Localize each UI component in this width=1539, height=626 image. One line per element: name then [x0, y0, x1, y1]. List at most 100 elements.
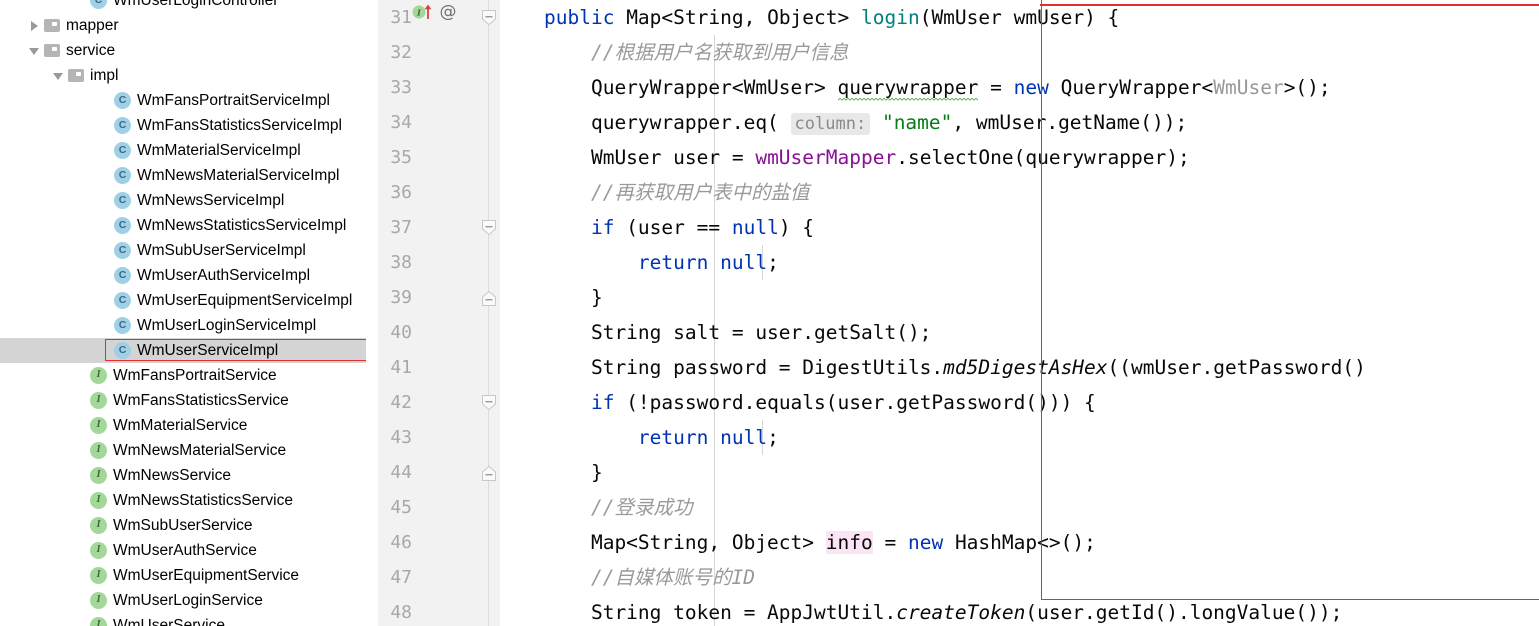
- gutter-row[interactable]: 45: [378, 490, 500, 525]
- interface-icon: I: [90, 467, 107, 484]
- tree-item-wmuserloginservice[interactable]: I WmUserLoginService: [0, 588, 366, 613]
- interface-icon: I: [90, 367, 107, 384]
- fold-region-end-icon[interactable]: [481, 465, 497, 481]
- code-line-38[interactable]: return null;: [500, 245, 1539, 280]
- line-number: 45: [390, 497, 412, 518]
- tree-item-wmfansportraitserviceimpl[interactable]: C WmFansPortraitServiceImpl: [0, 88, 366, 113]
- tree-item-wmuserequipmentserviceimpl[interactable]: C WmUserEquipmentServiceImpl: [0, 288, 366, 313]
- code-line-40[interactable]: String salt = user.getSalt();: [500, 315, 1539, 350]
- tree-arrow-spacer: [100, 338, 114, 363]
- chevron-down-icon[interactable]: [28, 38, 42, 63]
- tree-item-wmfansstatisticsserviceimpl[interactable]: C WmFansStatisticsServiceImpl: [0, 113, 366, 138]
- tree-item-service[interactable]: service: [0, 38, 366, 63]
- code-line-32[interactable]: //根据用户名获取到用户信息: [500, 35, 1539, 70]
- tree-item-wmuserserviceimpl[interactable]: C WmUserServiceImpl: [0, 338, 366, 363]
- gutter-row[interactable]: 33: [378, 70, 500, 105]
- tree-arrow-spacer: [100, 238, 114, 263]
- tree-item-wmsubuserservice[interactable]: I WmSubUserService: [0, 513, 366, 538]
- tree-item-wmsubuserserviceimpl[interactable]: C WmSubUserServiceImpl: [0, 238, 366, 263]
- tree-item-wmuserlogincontroller[interactable]: C WmUserLoginController: [0, 0, 366, 13]
- interface-icon: I: [90, 417, 107, 434]
- tree-item-wmnewsservice[interactable]: I WmNewsService: [0, 463, 366, 488]
- code-line-47[interactable]: //自媒体账号的ID: [500, 560, 1539, 595]
- tree-item-wmnewsmaterialserviceimpl[interactable]: C WmNewsMaterialServiceImpl: [0, 163, 366, 188]
- code-line-39[interactable]: }: [500, 280, 1539, 315]
- gutter-row[interactable]: 40: [378, 315, 500, 350]
- tree-item-wmfansstatisticsservice[interactable]: I WmFansStatisticsService: [0, 388, 366, 413]
- tree-item-label: service: [66, 42, 116, 59]
- class-icon: C: [114, 342, 131, 359]
- code-line-41[interactable]: String password = DigestUtils.md5DigestA…: [500, 350, 1539, 385]
- line-number: 41: [390, 357, 412, 378]
- tree-arrow-spacer: [100, 288, 114, 313]
- tree-item-wmnewsstatisticsserviceimpl[interactable]: C WmNewsStatisticsServiceImpl: [0, 213, 366, 238]
- gutter-row[interactable]: 47: [378, 560, 500, 595]
- tree-arrow-spacer: [76, 0, 90, 13]
- tree-item-label: WmMaterialService: [113, 417, 248, 434]
- tree-item-wmuserauthserviceimpl[interactable]: C WmUserAuthServiceImpl: [0, 263, 366, 288]
- code-line-46[interactable]: Map<String, Object> info = new HashMap<>…: [500, 525, 1539, 560]
- editor-gutter[interactable]: 31 32 33 34 35 36 37 38 39 40 41 42 43 44 45 46 47 48 I @: [378, 0, 500, 626]
- fold-region-start-icon[interactable]: [481, 220, 497, 236]
- chevron-down-icon[interactable]: [52, 63, 66, 88]
- fold-region-start-icon[interactable]: [481, 395, 497, 411]
- fold-region-start-icon[interactable]: [481, 10, 497, 26]
- project-tree-panel[interactable]: C WmUserLoginController mapper service impl C…: [0, 0, 366, 626]
- gutter-row[interactable]: 35: [378, 140, 500, 175]
- tree-item-mapper[interactable]: mapper: [0, 13, 366, 38]
- tree-item-wmnewsmaterialservice[interactable]: I WmNewsMaterialService: [0, 438, 366, 463]
- class-icon: C: [114, 167, 131, 184]
- line-number: 40: [390, 322, 412, 343]
- code-line-44[interactable]: }: [500, 455, 1539, 490]
- fold-region-end-icon[interactable]: [481, 290, 497, 306]
- tree-item-label: WmNewsStatisticsService: [113, 492, 293, 509]
- tree-item-label: impl: [90, 67, 119, 84]
- gutter-row[interactable]: 38: [378, 245, 500, 280]
- ide-window: C WmUserLoginController mapper service impl C…: [0, 0, 1539, 626]
- tree-item-wmmaterialservice[interactable]: I WmMaterialService: [0, 413, 366, 438]
- tree-item-label: WmUserEquipmentService: [113, 567, 300, 584]
- tree-item-label: WmUserLoginController: [113, 0, 279, 9]
- gutter-row[interactable]: 48: [378, 595, 500, 626]
- tree-item-wmmaterialserviceimpl[interactable]: C WmMaterialServiceImpl: [0, 138, 366, 163]
- line-number: 32: [390, 42, 412, 63]
- tree-item-label: WmNewsMaterialService: [113, 442, 287, 459]
- class-icon: C: [114, 217, 131, 234]
- code-line-34[interactable]: querywrapper.eq( column: "name", wmUser.…: [500, 105, 1539, 140]
- code-line-36[interactable]: //再获取用户表中的盐值: [500, 175, 1539, 210]
- tree-item-impl[interactable]: impl: [0, 63, 366, 88]
- code-line-35[interactable]: WmUser user = wmUserMapper.selectOne(que…: [500, 140, 1539, 175]
- tree-item-wmuserequipmentservice[interactable]: I WmUserEquipmentService: [0, 563, 366, 588]
- tree-item-wmuserloginserviceimpl[interactable]: C WmUserLoginServiceImpl: [0, 313, 366, 338]
- code-text-area[interactable]: public Map<String, Object> login(WmUser …: [500, 0, 1539, 626]
- gutter-row[interactable]: 43: [378, 420, 500, 455]
- code-line-37[interactable]: if (user == null) {: [500, 210, 1539, 245]
- code-line-48[interactable]: String token = AppJwtUtil.createToken(us…: [500, 595, 1539, 626]
- tree-item-label: WmNewsMaterialServiceImpl: [137, 167, 340, 184]
- gutter-row[interactable]: 36: [378, 175, 500, 210]
- gutter-row[interactable]: 41: [378, 350, 500, 385]
- implementing-method-icon[interactable]: I: [412, 3, 434, 21]
- tree-item-wmuserservice[interactable]: I WmUserService: [0, 613, 366, 626]
- code-line-42[interactable]: if (!password.equals(user.getPassword())…: [500, 385, 1539, 420]
- tree-item-wmnewsstatisticsservice[interactable]: I WmNewsStatisticsService: [0, 488, 366, 513]
- tree-item-label: WmNewsService: [113, 467, 231, 484]
- tree-item-wmuserauthservice[interactable]: I WmUserAuthService: [0, 538, 366, 563]
- code-line-31[interactable]: public Map<String, Object> login(WmUser …: [500, 0, 1539, 35]
- tree-item-label: WmMaterialServiceImpl: [137, 142, 301, 159]
- code-line-45[interactable]: //登录成功: [500, 490, 1539, 525]
- tree-item-label: WmNewsServiceImpl: [137, 192, 285, 209]
- tree-item-wmnewsserviceimpl[interactable]: C WmNewsServiceImpl: [0, 188, 366, 213]
- tree-item-wmfansportraitservice[interactable]: I WmFansPortraitService: [0, 363, 366, 388]
- chevron-right-icon[interactable]: [28, 13, 42, 38]
- tree-arrow-spacer: [76, 488, 90, 513]
- interface-icon: I: [90, 592, 107, 609]
- gutter-row[interactable]: 34: [378, 105, 500, 140]
- project-tree-scrollbar-track[interactable]: [366, 0, 743, 626]
- annotation-at-icon[interactable]: @: [438, 2, 458, 22]
- code-line-33[interactable]: QueryWrapper<WmUser> querywrapper = new …: [500, 70, 1539, 105]
- gutter-row[interactable]: 32: [378, 35, 500, 70]
- code-line-43[interactable]: return null;: [500, 420, 1539, 455]
- gutter-row[interactable]: 46: [378, 525, 500, 560]
- code-editor[interactable]: 31 32 33 34 35 36 37 38 39 40 41 42 43 44 45 46 47 48 I @…: [378, 0, 1539, 626]
